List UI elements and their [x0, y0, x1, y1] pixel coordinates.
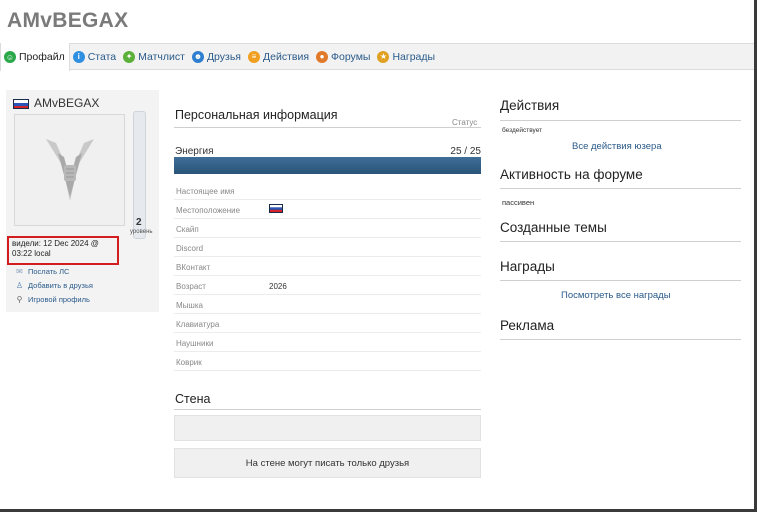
- profile-icon: ☺: [4, 51, 16, 63]
- link-label: Послать ЛС: [28, 267, 70, 276]
- awards-icon: ★: [377, 50, 390, 63]
- tab-profile[interactable]: ☺ Профайл: [0, 43, 70, 71]
- ads-title: Реклама: [500, 318, 555, 333]
- mail-icon: ✉: [16, 267, 23, 276]
- forum-activity-title: Активность на форуме: [500, 167, 643, 182]
- created-topics-title: Созданные темы: [500, 220, 607, 235]
- forum-activity-status: пассивен: [502, 198, 535, 207]
- info-row-mouse: Мышка: [174, 295, 481, 314]
- row-label: Наушники: [176, 339, 214, 348]
- all-actions-link[interactable]: Все действия юзера: [572, 141, 662, 152]
- tab-actions[interactable]: ≡ Действия: [245, 43, 313, 70]
- row-label: ВКонтакт: [176, 263, 211, 272]
- info-row-skype: Скайп: [174, 219, 481, 238]
- all-awards-link[interactable]: Посмотреть все награды: [561, 290, 671, 301]
- row-label: Настоящее имя: [176, 187, 235, 196]
- tab-label: Матчлист: [138, 50, 185, 63]
- profile-sidebar: AMvBEGAX 2 уровень видели: 12 Dec 2024 @…: [6, 90, 159, 312]
- row-value: 2026: [269, 282, 287, 291]
- wall-restriction-note: На стене могут писать только друзья: [174, 448, 481, 478]
- row-label: Возраст: [176, 282, 206, 291]
- send-message-link[interactable]: ✉ Послать ЛС: [15, 267, 69, 276]
- tab-label: Действия: [263, 50, 310, 63]
- wall-title: Стена: [175, 392, 211, 406]
- divider: [500, 241, 741, 242]
- tab-awards[interactable]: ★ Награды: [374, 43, 439, 70]
- site-title: AMvBEGAX: [7, 9, 129, 32]
- status-label: Статус: [452, 118, 478, 127]
- divider: [174, 409, 481, 410]
- row-label: Скайп: [176, 225, 199, 234]
- row-label: Клавиатура: [176, 320, 220, 329]
- profile-tabs: ☺ Профайл i Стата ✦ Матчлист ☻ Друзья ≡ …: [0, 43, 754, 71]
- actions-status: бездействует: [502, 127, 543, 134]
- row-label: Мышка: [176, 301, 203, 310]
- personal-info-title: Персональная информация: [175, 108, 338, 122]
- tab-label: Награды: [392, 50, 436, 63]
- awards-title: Награды: [500, 259, 555, 274]
- russia-flag-icon: [13, 99, 29, 109]
- energy-bar-fill: [174, 157, 481, 174]
- forums-icon: ●: [316, 50, 329, 63]
- username: AMvBEGAX: [34, 96, 100, 110]
- divider: [500, 188, 741, 189]
- info-row-keyboard: Клавиатура: [174, 314, 481, 333]
- info-row-location: Местоположение: [174, 200, 481, 219]
- tab-label: Друзья: [206, 50, 241, 63]
- divider: [500, 120, 741, 121]
- add-friend-link[interactable]: ♙ Добавить в друзья: [15, 281, 93, 290]
- divider: [174, 127, 481, 128]
- info-row-vk: ВКонтакт: [174, 257, 481, 276]
- info-row-real-name: Настоящее имя: [174, 181, 481, 200]
- row-label: Discord: [176, 244, 204, 253]
- actions-title: Действия: [500, 98, 560, 113]
- add-friend-icon: ♙: [15, 281, 24, 290]
- tab-stats[interactable]: i Стата: [70, 43, 120, 70]
- friends-icon: ☻: [191, 50, 204, 63]
- last-seen-line1: видели: 12 Dec 2024 @: [12, 239, 99, 248]
- info-row-discord: Discord: [174, 238, 481, 257]
- tab-label: Форумы: [331, 50, 371, 63]
- info-row-headphones: Наушники: [174, 333, 481, 352]
- tab-label: Стата: [87, 50, 117, 63]
- row-label: Местоположение: [176, 206, 241, 215]
- russia-flag-icon: [269, 204, 283, 213]
- info-row-age: Возраст 2026: [174, 276, 481, 295]
- energy-label: Энергия: [175, 146, 214, 157]
- energy-value: 25 / 25: [450, 146, 481, 157]
- link-label: Игровой профиль: [28, 295, 90, 304]
- info-row-mousepad: Коврик: [174, 352, 481, 371]
- last-seen-box: видели: 12 Dec 2024 @ 03:22 local: [7, 236, 119, 265]
- actions-icon: ≡: [248, 50, 260, 63]
- tab-label: Профайл: [19, 51, 65, 63]
- game-profile-icon: ⚲: [16, 295, 23, 304]
- divider: [500, 339, 741, 340]
- level-value: 2: [136, 217, 142, 228]
- avatar: [14, 114, 125, 226]
- wall-post-area[interactable]: [174, 415, 481, 441]
- energy-bar: [174, 157, 481, 174]
- last-seen-line2: 03:22 local: [12, 248, 51, 258]
- level-label: уровень: [130, 229, 153, 235]
- tab-forums[interactable]: ● Форумы: [313, 43, 374, 70]
- default-avatar-icon: [45, 139, 94, 201]
- link-label: Добавить в друзья: [28, 281, 93, 290]
- divider: [500, 280, 741, 281]
- tab-friends[interactable]: ☻ Друзья: [189, 43, 245, 70]
- matchlist-icon: ✦: [123, 50, 136, 63]
- tab-matchlist[interactable]: ✦ Матчлист: [120, 43, 189, 70]
- game-profile-link[interactable]: ⚲ Игровой профиль: [15, 295, 90, 304]
- stats-icon: i: [72, 50, 85, 63]
- row-label: Коврик: [176, 358, 202, 367]
